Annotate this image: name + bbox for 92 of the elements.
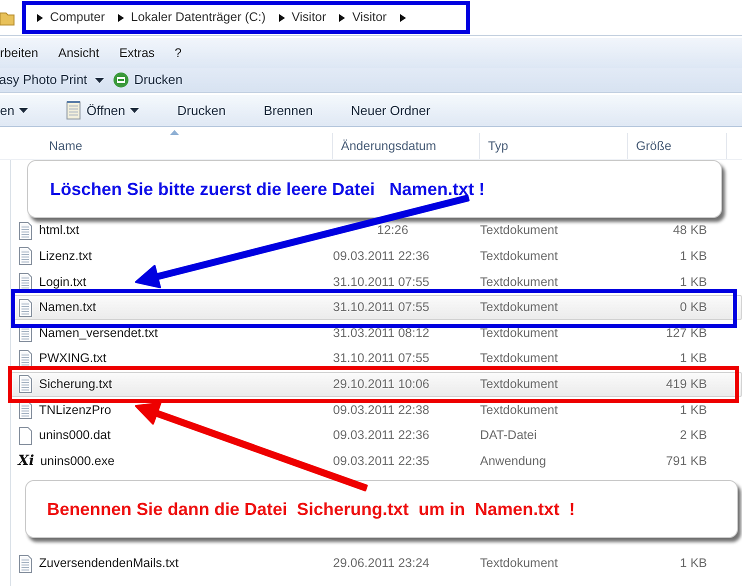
file-name: ZuversendendenMails.txt: [39, 555, 179, 572]
toolbar-button[interactable]: en: [0, 98, 38, 124]
file-row[interactable]: Login.txt 31.10.2011 07:55 Textdokument 1 KB: [11, 269, 742, 295]
file-row[interactable]: html.txt 12:26 Textdokument 48 KB: [11, 218, 742, 244]
column-header[interactable]: Größe: [628, 133, 727, 159]
file-type: Anwendung: [479, 452, 548, 470]
menu-item[interactable]: ?: [174, 44, 192, 62]
file-date: 31.10.2011 07:55: [332, 274, 430, 291]
file-date: 31.10.2011 07:55: [332, 299, 430, 316]
breadcrumb-arrow-icon[interactable]: [278, 14, 285, 22]
breadcrumb-item[interactable]: Visitor: [284, 8, 334, 27]
breadcrumb-arrow-icon[interactable]: [37, 14, 43, 22]
text-file-icon: [18, 222, 33, 240]
text-file-icon: [18, 375, 33, 394]
file-date: 29.10.2011 10:06: [332, 376, 430, 393]
file-date: 09.03.2011 22:36: [332, 427, 430, 444]
text-file-icon: [18, 554, 33, 573]
file-name: Namen.txt: [39, 299, 96, 316]
file-name: Sicherung.txt: [39, 376, 112, 393]
breadcrumb-arrow-icon[interactable]: [118, 14, 124, 22]
file-type: Textdokument: [479, 555, 559, 572]
file-size: 791 KB: [664, 452, 708, 470]
file-date: 09.03.2011 22:35: [332, 452, 430, 470]
toolbar-button[interactable]: Drucken: [167, 98, 236, 124]
breadcrumb-item[interactable]: Computer: [43, 8, 112, 27]
breadcrumb-item[interactable]: Lokaler Datenträger (C:): [124, 8, 273, 27]
menu-item[interactable]: Extras: [119, 44, 165, 62]
file-type: Textdokument: [479, 248, 559, 266]
file-row[interactable]: ZuversendendenMails.txt 29.06.2011 23:24 Textdokument 1 KB: [11, 550, 742, 576]
column-header[interactable]: Typ: [480, 133, 628, 159]
printer-icon: [113, 72, 130, 88]
file-date: 09.03.2011 22:36: [332, 248, 430, 266]
file-date: 29.06.2011 23:24: [332, 555, 430, 572]
breadcrumb-arrow-icon[interactable]: [400, 14, 406, 22]
file-type: Textdokument: [479, 402, 559, 419]
file-type: Textdokument: [479, 324, 559, 342]
file-name: Namen_versendet.txt: [39, 324, 158, 342]
file-type: Textdokument: [479, 299, 559, 316]
file-row[interactable]: unins000.dat 09.03.2011 22:36 DAT-Datei 2 KB: [11, 422, 742, 448]
file-type: Textdokument: [479, 376, 559, 393]
toolbar-button[interactable]: Brennen: [254, 98, 323, 124]
breadcrumb-item[interactable]: Visitor: [345, 8, 394, 27]
callout-text: Löschen Sie bitte zuerst die leere Datei Namen.txt !: [50, 178, 485, 201]
text-file-icon: [18, 350, 33, 368]
file-size: 1 KB: [678, 248, 708, 266]
file-row[interactable]: Xi unins000.exe 09.03.2011 22:35 Anwendung 791 KB: [11, 448, 742, 474]
app-icon: Xi: [18, 454, 34, 468]
file-row[interactable]: TNLizenzPro 09.03.2011 22:38 Textdokument 1 KB: [11, 397, 742, 423]
file-type: Textdokument: [479, 222, 559, 240]
file-size: 419 KB: [664, 376, 708, 393]
toolbar-button[interactable]: Öffnen: [56, 98, 150, 124]
file-size: 0 KB: [678, 299, 708, 316]
folder-icon: [0, 10, 15, 26]
file-name: unins000.exe: [40, 452, 115, 470]
menu-item[interactable]: rbeiten: [0, 44, 48, 62]
column-header[interactable]: Änderungsdatum: [333, 133, 480, 159]
file-size: 127 KB: [664, 324, 708, 342]
file-date: 09.03.2011 22:38: [332, 402, 430, 419]
blank-file-icon: [18, 426, 33, 445]
file-name: Login.txt: [39, 274, 86, 291]
file-size: 1 KB: [678, 350, 708, 368]
text-file-icon: [18, 272, 33, 291]
menu-item[interactable]: Ansicht: [58, 44, 110, 62]
file-name: TNLizenzPro: [39, 402, 112, 419]
file-name: PWXING.txt: [39, 350, 106, 368]
text-file-icon: [18, 298, 33, 317]
file-date: 31.03.2011 08:12: [332, 324, 430, 342]
file-size: 1 KB: [678, 274, 708, 291]
file-date: 31.10.2011 07:55: [332, 350, 430, 368]
file-size: 2 KB: [678, 427, 708, 444]
file-row[interactable]: Namen_versendet.txt 31.03.2011 08:12 Textdokument 127 KB: [11, 320, 742, 346]
file-row[interactable]: Lizenz.txt 09.03.2011 22:36 Textdokument 1 KB: [11, 244, 742, 270]
file-size: 48 KB: [672, 222, 708, 240]
file-row[interactable]: PWXING.txt 31.10.2011 07:55 Textdokument 1 KB: [11, 346, 742, 372]
file-date: 12:26: [376, 222, 410, 240]
file-type: Textdokument: [479, 350, 559, 368]
notepad-icon: [66, 101, 82, 120]
text-file-icon: [18, 247, 33, 266]
file-size: 1 KB: [678, 555, 708, 572]
file-type: DAT-Datei: [479, 427, 538, 444]
file-size: 1 KB: [678, 402, 708, 419]
file-name: html.txt: [39, 222, 80, 240]
column-header[interactable]: Name: [0, 133, 333, 159]
callout-text: Benennen Sie dann die Datei Sicherung.txt um in Namen.txt !: [47, 498, 575, 521]
breadcrumb-arrow-icon[interactable]: [339, 14, 346, 22]
toolbar-button[interactable]: Neuer Ordner: [340, 98, 440, 124]
file-row[interactable]: Sicherung.txt 29.10.2011 10:06 Textdokument 419 KB: [11, 372, 742, 398]
toolbar-button[interactable]: Drucken: [113, 67, 183, 93]
file-name: unins000.dat: [39, 427, 111, 444]
file-name: Lizenz.txt: [39, 248, 92, 266]
file-type: Textdokument: [479, 274, 559, 291]
caret-icon[interactable]: [95, 78, 104, 82]
